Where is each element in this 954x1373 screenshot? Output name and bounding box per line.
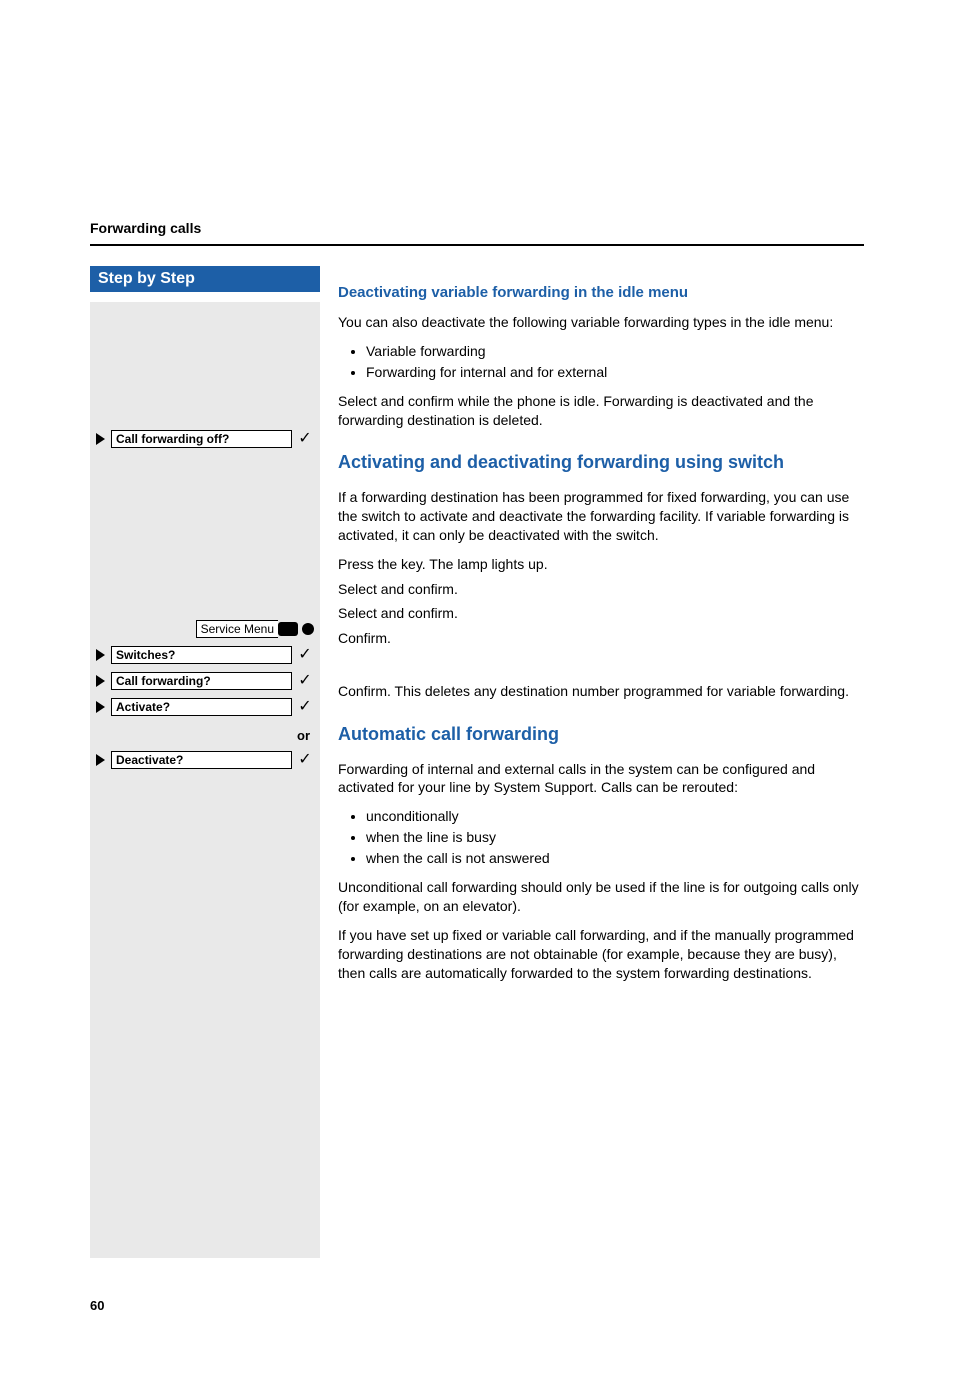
or-label: or: [90, 722, 320, 749]
menu-activate: Activate? ✓: [90, 696, 320, 722]
list-item: Variable forwarding: [366, 342, 864, 361]
check-icon: ✓: [296, 673, 314, 689]
check-icon: ✓: [296, 699, 314, 715]
check-icon: ✓: [296, 647, 314, 663]
triangle-right-icon: [96, 754, 105, 766]
list-item: unconditionally: [366, 807, 864, 826]
line-confirm: Confirm.: [338, 629, 864, 648]
paragraph: Confirm. This deletes any destination nu…: [338, 682, 864, 701]
paragraph: If you have set up fixed or variable cal…: [338, 926, 864, 983]
list-item: when the line is busy: [366, 828, 864, 847]
service-menu-label: Service Menu: [196, 620, 278, 638]
paragraph: Forwarding of internal and external call…: [338, 760, 864, 798]
line-press-key: Press the key. The lamp lights up.: [338, 555, 864, 574]
menu-deactivate: Deactivate? ✓: [90, 749, 320, 775]
menu-label: Activate?: [111, 698, 292, 716]
menu-label: Call forwarding off?: [111, 430, 292, 448]
menu-call-forwarding-off: Call forwarding off? ✓: [90, 428, 320, 454]
triangle-right-icon: [96, 649, 105, 661]
paragraph: You can also deactivate the following va…: [338, 313, 864, 332]
menu-label: Switches?: [111, 646, 292, 664]
heading-deactivate-idle: Deactivating variable forwarding in the …: [338, 284, 864, 301]
check-icon: ✓: [296, 752, 314, 768]
heading-automatic: Automatic call forwarding: [338, 723, 864, 746]
triangle-right-icon: [96, 433, 105, 445]
section-title: Forwarding calls: [90, 220, 864, 236]
menu-label: Call forwarding?: [111, 672, 292, 690]
triangle-right-icon: [96, 701, 105, 713]
check-icon: ✓: [296, 431, 314, 447]
menu-call-forwarding: Call forwarding? ✓: [90, 670, 320, 696]
list-reroute-conditions: unconditionally when the line is busy wh…: [338, 807, 864, 868]
list-item: Forwarding for internal and for external: [366, 363, 864, 382]
paragraph: Unconditional call forwarding should onl…: [338, 878, 864, 916]
heading-switch: Activating and deactivating forwarding u…: [338, 451, 864, 474]
paragraph: If a forwarding destination has been pro…: [338, 488, 864, 545]
page-number: 60: [90, 1298, 864, 1313]
triangle-right-icon: [96, 675, 105, 687]
line-select-confirm: Select and confirm.: [338, 604, 864, 623]
header-rule: [90, 244, 864, 246]
step-by-step-header: Step by Step: [90, 266, 320, 292]
menu-label: Deactivate?: [111, 751, 292, 769]
paragraph: Select and confirm while the phone is id…: [338, 392, 864, 430]
menu-switches: Switches? ✓: [90, 644, 320, 670]
service-menu-key: Service Menu: [90, 618, 320, 644]
sidebar: Step by Step Call forwarding off? ✓ Serv…: [90, 266, 320, 1258]
line-select-confirm: Select and confirm.: [338, 580, 864, 599]
list-forwarding-types: Variable forwarding Forwarding for inter…: [338, 342, 864, 382]
key-icon: [278, 622, 314, 636]
list-item: when the call is not answered: [366, 849, 864, 868]
main-content: Deactivating variable forwarding in the …: [320, 266, 864, 992]
